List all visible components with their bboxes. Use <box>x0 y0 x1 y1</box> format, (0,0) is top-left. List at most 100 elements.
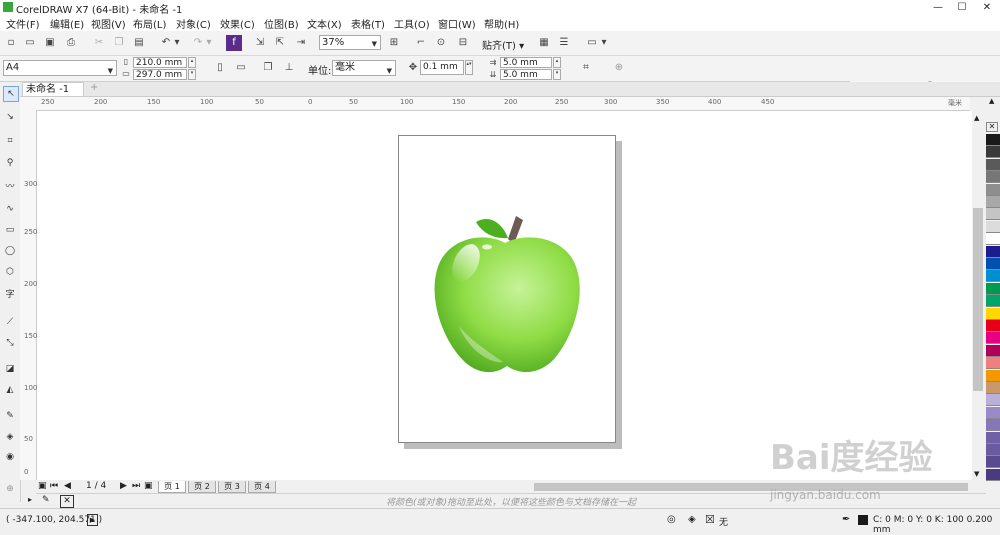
units-select[interactable]: 毫米 ▼ <box>332 60 396 76</box>
treat-as-filled-icon[interactable]: ⌗ <box>578 60 594 76</box>
color-swatch[interactable] <box>986 233 1000 246</box>
menu-edit[interactable]: 编辑(E) <box>50 16 84 31</box>
color-swatch[interactable] <box>986 456 1000 469</box>
portrait-icon[interactable]: ▯ <box>212 60 228 76</box>
color-swatch[interactable] <box>986 307 1000 320</box>
first-page-icon[interactable]: ⏮ <box>50 481 58 491</box>
new-tab-icon[interactable]: + <box>90 82 98 93</box>
shape-tool-icon[interactable]: ↘ <box>3 110 17 124</box>
full-screen-preview-icon[interactable]: ⊞ <box>386 35 402 51</box>
menu-bitmaps[interactable]: 位图(B) <box>264 16 299 31</box>
color-swatch[interactable] <box>986 369 1000 382</box>
nudge-distance-field[interactable]: 0.1 mm <box>420 60 464 75</box>
palette-menu-icon[interactable]: ▸ <box>28 495 32 504</box>
color-swatch[interactable] <box>986 332 1000 345</box>
dup-y-spinner[interactable]: ▾ <box>553 69 561 80</box>
menu-tools[interactable]: 工具(O) <box>394 16 430 31</box>
color-swatch[interactable] <box>986 270 1000 283</box>
color-swatch[interactable] <box>986 245 1000 258</box>
nudge-spinner[interactable]: ▴▾ <box>465 60 473 75</box>
current-page-icon[interactable]: ⊥ <box>281 60 297 76</box>
connector-tool-icon[interactable]: ⤡ <box>3 336 17 350</box>
text-tool-icon[interactable]: 字 <box>3 288 17 302</box>
open-icon[interactable]: ▭ <box>22 35 38 51</box>
color-swatch[interactable] <box>986 357 1000 370</box>
add-page-icon[interactable]: ▣ <box>144 481 153 491</box>
vertical-scroll-thumb[interactable] <box>973 208 983 391</box>
all-pages-icon[interactable]: ❐ <box>260 60 276 76</box>
rectangle-tool-icon[interactable]: ▭ <box>3 223 17 237</box>
publish-pdf-icon[interactable]: ⇥ <box>293 35 309 51</box>
apple-illustration[interactable] <box>399 136 615 442</box>
quick-customize-icon[interactable]: ⊕ <box>611 60 627 76</box>
color-swatch[interactable] <box>986 444 1000 456</box>
duplicate-y-field[interactable]: 5.0 mm <box>500 69 552 80</box>
color-swatch[interactable] <box>986 419 1000 432</box>
landscape-icon[interactable]: ▭ <box>233 60 249 76</box>
undo-icon[interactable]: ↶ <box>158 35 174 51</box>
freehand-tool-icon[interactable]: 〰 <box>3 180 17 194</box>
color-swatch[interactable] <box>986 468 1000 481</box>
undo-dropdown-icon[interactable]: ▾ <box>173 35 181 51</box>
show-rulers-icon[interactable]: ⌐ <box>413 35 429 51</box>
minimize-button[interactable]: — <box>926 0 950 15</box>
redo-icon[interactable]: ↷ <box>190 35 206 51</box>
color-swatch[interactable] <box>986 258 1000 270</box>
show-guidelines-icon[interactable]: ⊟ <box>455 35 471 51</box>
ellipse-tool-icon[interactable]: ◯ <box>3 244 17 258</box>
zoom-tool-icon[interactable]: ⚲ <box>3 156 17 170</box>
welcome-screen-icon[interactable]: ▭ <box>584 35 600 51</box>
menu-window[interactable]: 窗口(W) <box>438 16 476 31</box>
parallel-dimension-icon[interactable]: ⟋ <box>3 315 17 329</box>
page-tab-2[interactable]: 页 2 <box>188 481 216 493</box>
menu-view[interactable]: 视图(V) <box>91 16 126 31</box>
horizontal-ruler[interactable]: 250 200 150 100 50 0 50 100 150 200 250 … <box>20 97 970 111</box>
color-swatch[interactable] <box>986 320 1000 332</box>
show-grid-icon[interactable]: ⊙ <box>433 35 449 51</box>
color-swatch[interactable] <box>986 183 1000 196</box>
last-page-icon[interactable]: ⏭ <box>132 481 140 491</box>
corel-connect-icon[interactable]: f <box>226 35 242 51</box>
document-tab[interactable]: 未命名 -1 <box>22 82 84 96</box>
color-swatch[interactable] <box>986 431 1000 444</box>
smart-fill-icon[interactable]: ◉ <box>3 450 17 464</box>
options-icon[interactable]: ▦ <box>536 35 552 51</box>
page-tab-4[interactable]: 页 4 <box>248 481 276 493</box>
new-document-icon[interactable]: ▫ <box>3 35 19 51</box>
close-button[interactable]: ✕ <box>975 0 999 15</box>
color-swatch[interactable] <box>986 208 1000 221</box>
cut-icon[interactable]: ✂ <box>91 35 107 51</box>
horizontal-scroll-thumb[interactable] <box>534 483 968 491</box>
document-page[interactable] <box>398 135 616 443</box>
page-tab-3[interactable]: 页 3 <box>218 481 246 493</box>
color-swatch[interactable] <box>986 220 1000 233</box>
color-swatch[interactable] <box>986 134 1000 146</box>
page-height-field[interactable]: 297.0 mm <box>133 69 187 80</box>
menu-table[interactable]: 表格(T) <box>351 16 385 31</box>
save-icon[interactable]: ▣ <box>42 35 58 51</box>
eyedropper-icon[interactable]: ✎ <box>42 495 50 505</box>
interactive-fill-icon[interactable]: ◈ <box>3 430 17 444</box>
no-fill-swatch[interactable]: ✕ <box>60 495 74 508</box>
menu-text[interactable]: 文本(X) <box>307 16 342 31</box>
no-color-swatch[interactable]: ✕ <box>986 122 998 132</box>
pick-tool-icon[interactable]: ↖ <box>3 86 19 102</box>
import-icon[interactable]: ⇲ <box>252 35 268 51</box>
page-size-select[interactable]: A4 ▼ <box>3 60 117 76</box>
color-swatch[interactable] <box>986 394 1000 407</box>
palette-up-icon[interactable]: ▲ <box>989 97 994 105</box>
color-swatch[interactable] <box>986 406 1000 419</box>
color-swatch[interactable] <box>986 295 1000 308</box>
menu-help[interactable]: 帮助(H) <box>484 16 519 31</box>
paste-icon[interactable]: ▤ <box>131 35 147 51</box>
menu-effects[interactable]: 效果(C) <box>220 16 255 31</box>
color-swatch[interactable] <box>986 344 1000 357</box>
play-icon[interactable]: ▶ <box>87 514 98 526</box>
color-proof-icon[interactable]: ◎ <box>667 514 676 525</box>
polygon-tool-icon[interactable]: ⬡ <box>3 265 17 279</box>
maximize-button[interactable]: ☐ <box>950 0 974 15</box>
width-spinner[interactable]: ▴ <box>188 57 196 68</box>
export-icon[interactable]: ⇱ <box>272 35 288 51</box>
add-tool-icon[interactable]: ⊕ <box>3 482 17 496</box>
drop-shadow-icon[interactable]: ◪ <box>3 362 17 376</box>
